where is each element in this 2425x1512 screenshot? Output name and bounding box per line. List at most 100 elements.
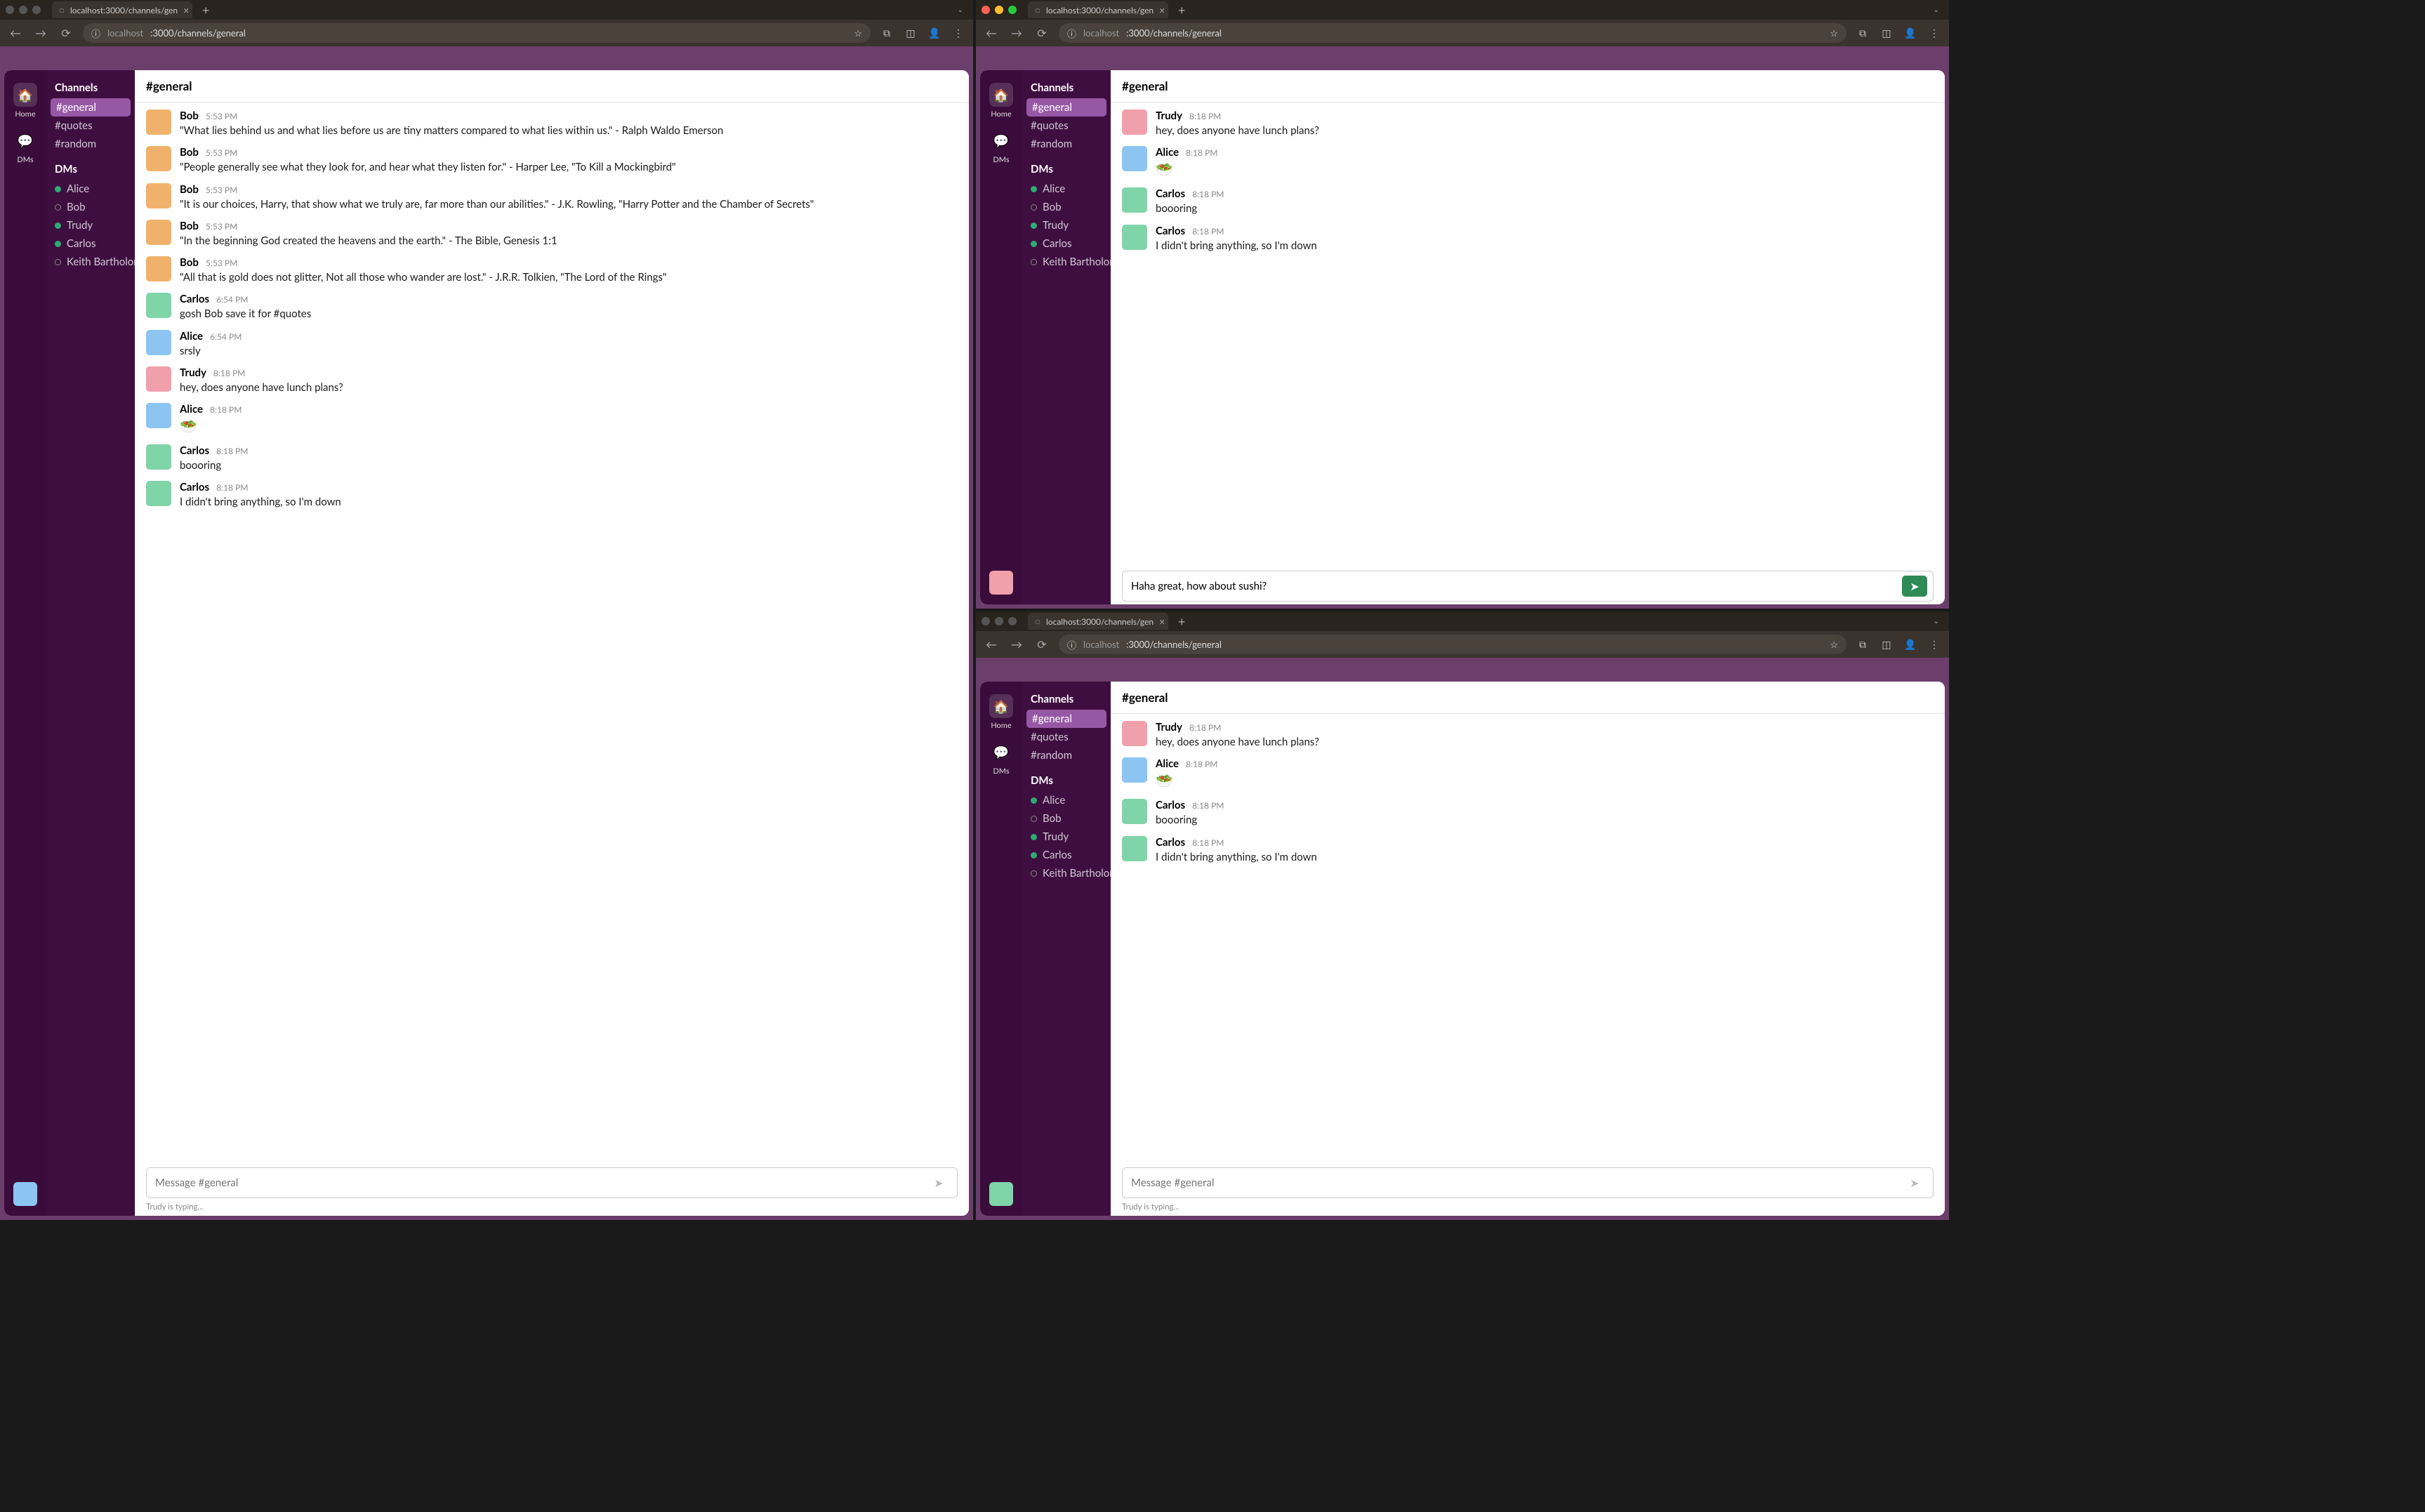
bookmark-icon[interactable]: ☆	[1830, 27, 1838, 39]
avatar[interactable]	[146, 146, 171, 171]
dm-item[interactable]: Trudy	[46, 216, 135, 234]
message-author[interactable]: Carlos	[180, 444, 209, 457]
avatar[interactable]	[1122, 110, 1147, 135]
dm-item[interactable]: Bob	[1022, 198, 1111, 216]
message-author[interactable]: Bob	[180, 183, 199, 196]
close-window-icon[interactable]	[982, 6, 990, 14]
reload-button[interactable]: ⟳	[1033, 638, 1050, 651]
back-button[interactable]: ←	[983, 27, 1000, 40]
message-author[interactable]: Carlos	[1156, 225, 1185, 237]
self-avatar[interactable]	[989, 1182, 1013, 1206]
maximize-window-icon[interactable]	[32, 6, 41, 14]
avatar[interactable]	[1122, 799, 1147, 824]
message-author[interactable]: Bob	[180, 256, 199, 269]
dm-item[interactable]: Alice	[1022, 180, 1111, 198]
minimize-window-icon[interactable]	[19, 6, 27, 14]
close-tab-icon[interactable]: ×	[1159, 616, 1165, 628]
rail-home[interactable]: 🏠Home	[13, 83, 37, 119]
address-bar[interactable]: ⓘlocalhost:3000/channels/general☆	[1059, 635, 1846, 654]
message-author[interactable]: Bob	[180, 110, 199, 122]
dm-item[interactable]: Carlos	[46, 234, 135, 253]
avatar[interactable]	[146, 110, 171, 135]
avatar[interactable]	[1122, 187, 1147, 213]
message-author[interactable]: Carlos	[1156, 799, 1185, 811]
message-input[interactable]	[152, 1174, 926, 1192]
maximize-window-icon[interactable]	[1008, 6, 1017, 14]
window-controls[interactable]	[6, 6, 41, 14]
dm-item[interactable]: Bob	[1022, 809, 1111, 828]
message-input[interactable]	[1128, 1174, 1902, 1192]
reload-button[interactable]: ⟳	[58, 27, 74, 40]
channel-header[interactable]: #general	[1111, 70, 1945, 102]
back-button[interactable]: ←	[7, 27, 24, 40]
dm-item[interactable]: Keith Bartholomew	[1022, 864, 1111, 882]
avatar[interactable]	[146, 256, 171, 281]
send-button[interactable]: ➤	[1902, 576, 1927, 597]
close-window-icon[interactable]	[982, 617, 990, 625]
message-author[interactable]: Carlos	[180, 481, 209, 493]
site-info-icon[interactable]: ⓘ	[91, 27, 100, 40]
avatar[interactable]	[146, 481, 171, 506]
message-author[interactable]: Trudy	[1156, 721, 1182, 734]
avatar[interactable]	[1122, 721, 1147, 746]
message-author[interactable]: Carlos	[1156, 836, 1185, 849]
site-info-icon[interactable]: ⓘ	[1067, 27, 1076, 40]
message-author[interactable]: Alice	[180, 403, 203, 416]
message-author[interactable]: Trudy	[1156, 110, 1182, 122]
message-author[interactable]: Carlos	[180, 293, 209, 305]
message-author[interactable]: Alice	[1156, 146, 1179, 159]
forward-button[interactable]: →	[1008, 638, 1025, 651]
channel-header[interactable]: #general	[135, 70, 969, 102]
dm-item[interactable]: Carlos	[1022, 846, 1111, 864]
dm-item[interactable]: Alice	[1022, 791, 1111, 809]
profile-icon[interactable]: 👤	[1903, 27, 1918, 39]
dm-item[interactable]: Keith Bartholomew	[1022, 253, 1111, 271]
back-button[interactable]: ←	[983, 638, 1000, 651]
dm-item[interactable]: Trudy	[1022, 216, 1111, 234]
channel-item[interactable]: #general	[1026, 98, 1106, 117]
channel-item[interactable]: #general	[51, 98, 131, 117]
rail-dms[interactable]: 💬DMs	[989, 740, 1013, 776]
new-tab-button[interactable]: +	[1174, 2, 1189, 18]
browser-tab[interactable]: ◌localhost:3000/channels/gen×	[1028, 1, 1168, 18]
channel-item[interactable]: #quotes	[1022, 117, 1111, 135]
channel-header[interactable]: #general	[1111, 682, 1945, 714]
channel-item[interactable]: #random	[1022, 746, 1111, 764]
side-panel-icon[interactable]: ◫	[903, 27, 918, 39]
avatar[interactable]	[1122, 836, 1147, 861]
forward-button[interactable]: →	[32, 27, 49, 40]
new-tab-button[interactable]: +	[1174, 614, 1189, 629]
message-author[interactable]: Alice	[180, 330, 203, 343]
avatar[interactable]	[146, 330, 171, 355]
browser-tab[interactable]: ◌localhost:3000/channels/gen×	[52, 1, 192, 18]
dm-item[interactable]: Alice	[46, 180, 135, 198]
avatar[interactable]	[146, 183, 171, 208]
tabs-dropdown-icon[interactable]: ⌄	[953, 4, 967, 15]
rail-dms[interactable]: 💬DMs	[989, 128, 1013, 164]
site-info-icon[interactable]: ⓘ	[1067, 638, 1076, 651]
avatar[interactable]	[1122, 225, 1147, 250]
side-panel-icon[interactable]: ◫	[1879, 638, 1894, 651]
close-tab-icon[interactable]: ×	[183, 4, 189, 16]
self-avatar[interactable]	[989, 571, 1013, 595]
dm-item[interactable]: Bob	[46, 198, 135, 216]
browser-tab[interactable]: ◌localhost:3000/channels/gen×	[1028, 613, 1168, 630]
menu-icon[interactable]: ⋮	[951, 27, 966, 39]
message-author[interactable]: Bob	[180, 146, 199, 159]
avatar[interactable]	[146, 366, 171, 392]
profile-icon[interactable]: 👤	[1903, 638, 1918, 651]
message-input[interactable]	[1128, 577, 1902, 595]
message-author[interactable]: Trudy	[180, 366, 206, 379]
side-panel-icon[interactable]: ◫	[1879, 27, 1894, 39]
address-bar[interactable]: ⓘlocalhost:3000/channels/general☆	[83, 23, 871, 43]
tabs-dropdown-icon[interactable]: ⌄	[1929, 616, 1943, 627]
message-author[interactable]: Bob	[180, 220, 199, 232]
menu-icon[interactable]: ⋮	[1927, 27, 1942, 39]
forward-button[interactable]: →	[1008, 27, 1025, 40]
dm-item[interactable]: Keith Bartholomew	[46, 253, 135, 271]
avatar[interactable]	[146, 403, 171, 428]
bookmark-icon[interactable]: ☆	[854, 27, 862, 39]
channel-item[interactable]: #random	[1022, 135, 1111, 153]
bookmark-icon[interactable]: ☆	[1830, 639, 1838, 651]
avatar[interactable]	[146, 293, 171, 318]
